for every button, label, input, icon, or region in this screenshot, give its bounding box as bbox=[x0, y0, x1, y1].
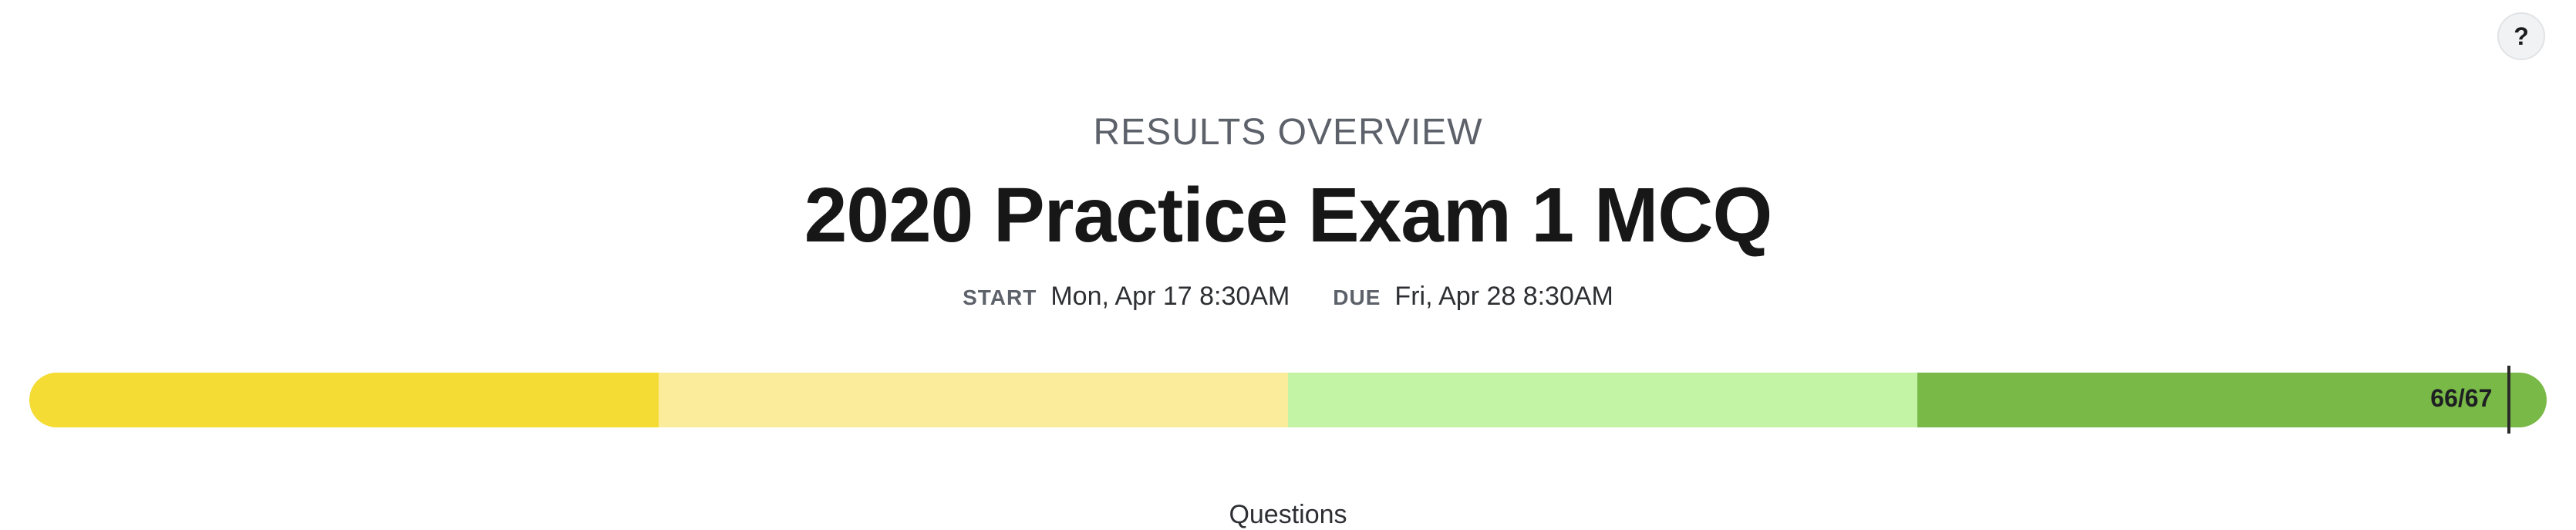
score-band-2 bbox=[659, 373, 1288, 427]
help-button[interactable]: ? bbox=[2497, 12, 2545, 60]
score-band-1 bbox=[29, 373, 659, 427]
score-label: 66/67 bbox=[2430, 384, 2493, 412]
due-value: Fri, Apr 28 8:30AM bbox=[1394, 282, 1613, 311]
start-date: START Mon, Apr 17 8:30AM bbox=[963, 282, 1290, 312]
questions-section-label: Questions bbox=[1229, 500, 1347, 529]
exam-dates: START Mon, Apr 17 8:30AM DUE Fri, Apr 28… bbox=[0, 282, 2576, 312]
due-date: DUE Fri, Apr 28 8:30AM bbox=[1333, 282, 1613, 312]
score-band-3 bbox=[1288, 373, 1917, 427]
results-overview-heading: RESULTS OVERVIEW bbox=[1093, 112, 1483, 153]
score-progress-bar bbox=[29, 373, 2547, 427]
start-value: Mon, Apr 17 8:30AM bbox=[1050, 282, 1290, 311]
start-label: START bbox=[963, 285, 1037, 309]
score-marker bbox=[2507, 366, 2511, 434]
due-label: DUE bbox=[1333, 285, 1381, 309]
exam-title: 2020 Practice Exam 1 MCQ bbox=[804, 172, 1773, 258]
